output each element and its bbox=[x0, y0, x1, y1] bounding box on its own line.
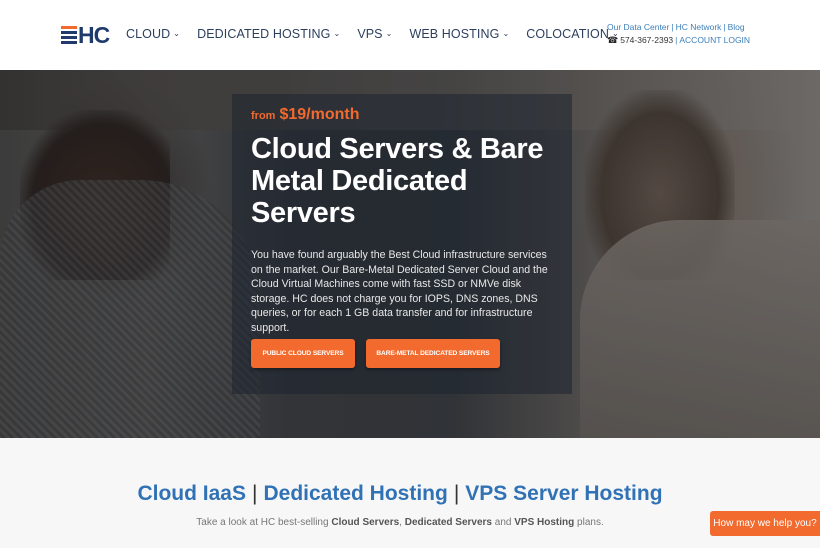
subtitle-text: plans. bbox=[574, 517, 604, 528]
hero-banner: from $19/month Cloud Servers & Bare Meta… bbox=[0, 70, 820, 438]
price-prefix: from bbox=[251, 110, 276, 122]
plans-intro-section: Cloud IaaS | Dedicated Hosting | VPS Server … bbox=[0, 438, 820, 548]
logo-bars-icon bbox=[61, 25, 77, 45]
account-login-link[interactable]: ACCOUNT LOGIN bbox=[679, 35, 750, 45]
utility-row-contact: ☎ 574-367-2393 | ACCOUNT LOGIN bbox=[607, 34, 750, 47]
hero-content: from $19/month Cloud Servers & Bare Meta… bbox=[251, 106, 571, 336]
chevron-down-icon: ⌄ bbox=[385, 28, 393, 38]
nav-item-colocation[interactable]: COLOCATION ⌄ bbox=[526, 27, 619, 41]
chevron-down-icon: ⌄ bbox=[502, 28, 510, 38]
phone-number[interactable]: 574-367-2393 bbox=[620, 35, 673, 45]
nav-item-cloud[interactable]: CLOUD ⌄ bbox=[126, 27, 180, 41]
section-subtitle: Take a look at HC best-selling Cloud Ser… bbox=[0, 517, 800, 528]
chevron-down-icon: ⌄ bbox=[173, 28, 181, 38]
hero-buttons: PUBLIC CLOUD SERVERS BARE-METAL DEDICATE… bbox=[251, 339, 500, 368]
nav-item-dedicated-hosting[interactable]: DEDICATED HOSTING ⌄ bbox=[197, 27, 340, 41]
chevron-down-icon: ⌄ bbox=[333, 28, 341, 38]
nav-item-label: CLOUD bbox=[126, 27, 171, 41]
bare-metal-dedicated-servers-button[interactable]: BARE-METAL DEDICATED SERVERS bbox=[366, 339, 500, 368]
subtitle-cloud-servers: Cloud Servers bbox=[331, 517, 400, 528]
logo[interactable]: HC bbox=[61, 22, 113, 48]
title-separator: | bbox=[252, 482, 258, 505]
utility-links: Our Data Center | HC Network | Blog ☎ 574-367… bbox=[607, 21, 750, 47]
nav-item-web-hosting[interactable]: WEB HOSTING ⌄ bbox=[409, 27, 509, 41]
separator: | bbox=[723, 22, 726, 32]
section-title: Cloud IaaS | Dedicated Hosting | VPS Server … bbox=[0, 482, 800, 506]
public-cloud-servers-button[interactable]: PUBLIC CLOUD SERVERS bbox=[251, 339, 355, 368]
nav-item-label: VPS bbox=[357, 27, 383, 41]
separator: | bbox=[675, 35, 678, 45]
subtitle-text: Take a look at HC best-selling bbox=[196, 517, 332, 528]
nav-item-label: DEDICATED HOSTING bbox=[197, 27, 331, 41]
price-tagline: from $19/month bbox=[251, 106, 571, 126]
phone-icon: ☎ bbox=[607, 35, 619, 45]
live-chat-button[interactable]: How may we help you? bbox=[710, 511, 820, 536]
title-cloud-iaas: Cloud IaaS bbox=[137, 482, 246, 505]
site-header: HC CLOUD ⌄ DEDICATED HOSTING ⌄ VPS ⌄ WEB HO… bbox=[0, 0, 820, 70]
utility-row-links: Our Data Center | HC Network | Blog bbox=[607, 21, 750, 34]
title-separator: | bbox=[453, 482, 460, 505]
subtitle-text: and bbox=[492, 517, 515, 528]
main-nav: CLOUD ⌄ DEDICATED HOSTING ⌄ VPS ⌄ WEB HOSTI… bbox=[126, 27, 636, 41]
title-vps-server-hosting: VPS Server Hosting bbox=[465, 482, 663, 505]
hero-headline: Cloud Servers & Bare Metal Dedicated Ser… bbox=[251, 133, 544, 229]
separator: | bbox=[671, 22, 674, 32]
nav-item-vps[interactable]: VPS ⌄ bbox=[357, 27, 392, 41]
subtitle-dedicated-servers: Dedicated Servers bbox=[404, 517, 492, 528]
link-our-data-center[interactable]: Our Data Center bbox=[607, 22, 669, 32]
nav-item-label: COLOCATION bbox=[526, 27, 609, 41]
title-dedicated-hosting: Dedicated Hosting bbox=[263, 482, 448, 505]
hero-description: You have found arguably the Best Cloud i… bbox=[251, 249, 548, 334]
nav-item-label: WEB HOSTING bbox=[409, 27, 500, 41]
link-blog[interactable]: Blog bbox=[728, 22, 745, 32]
logo-text: HC bbox=[78, 22, 110, 48]
link-hc-network[interactable]: HC Network bbox=[676, 22, 722, 32]
price-amount: $19/month bbox=[279, 106, 360, 123]
subtitle-vps-hosting: VPS Hosting bbox=[514, 517, 575, 528]
